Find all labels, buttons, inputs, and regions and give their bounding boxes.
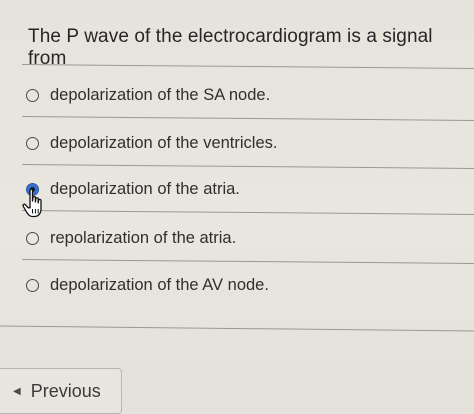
option-sa-node[interactable]: depolarization of the SA node. [26,86,270,105]
option-av-node[interactable]: depolarization of the AV node. [26,276,269,295]
divider [22,116,474,121]
divider [22,210,474,215]
chevron-left-icon: ◀ [13,385,21,397]
option-atria-depolarization[interactable]: depolarization of the atria. [26,180,240,199]
radio-button[interactable] [26,89,39,102]
question-text: The P wave of the electrocardiogram is a… [28,26,433,69]
radio-button[interactable] [26,232,39,245]
divider [22,259,474,264]
radio-button[interactable] [26,137,39,150]
previous-label: Previous [30,380,101,401]
option-label: depolarization of the atria. [50,180,240,198]
option-label: depolarization of the AV node. [50,276,269,294]
option-label: repolarization of the atria. [50,229,237,247]
divider [22,164,474,169]
option-label: depolarization of the SA node. [50,86,271,104]
previous-button[interactable]: ◀ Previous [0,368,122,414]
radio-button-selected[interactable] [26,183,39,196]
option-atria-repolarization[interactable]: repolarization of the atria. [26,229,236,248]
divider [0,325,474,332]
option-ventricles[interactable]: depolarization of the ventricles. [26,134,277,153]
option-label: depolarization of the ventricles. [50,134,278,152]
radio-button[interactable] [26,279,39,292]
